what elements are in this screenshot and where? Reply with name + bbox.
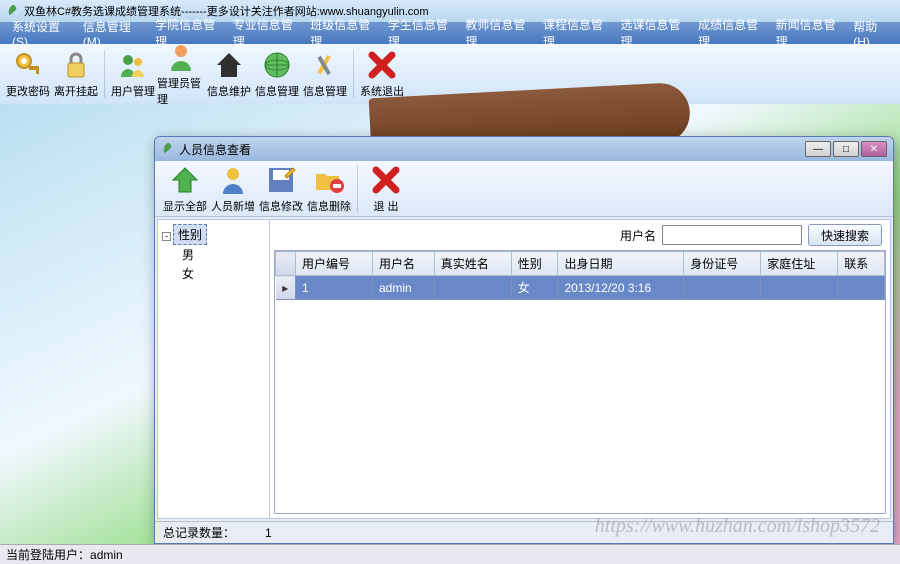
cell-birth[interactable]: 2013/12/20 3:16 xyxy=(558,276,684,300)
search-label: 用户名 xyxy=(620,227,656,244)
col-contact[interactable]: 联系 xyxy=(838,252,885,276)
arrow-up-icon xyxy=(169,164,201,196)
home-icon xyxy=(213,49,245,81)
row-indicator: ▸ xyxy=(276,276,296,300)
tree-toggle[interactable]: - xyxy=(162,232,171,241)
main-status-bar: 当前登陆用户： admin xyxy=(0,544,900,564)
tree-root-gender[interactable]: 性别 xyxy=(173,224,207,245)
users-icon xyxy=(117,49,149,81)
table-row[interactable]: ▸ 1 admin 女 2013/12/20 3:16 xyxy=(276,276,885,300)
cell-address[interactable] xyxy=(761,276,838,300)
col-gender[interactable]: 性别 xyxy=(511,252,558,276)
btn-info-maintain[interactable]: 信息维护 xyxy=(205,46,253,102)
cell-gender[interactable]: 女 xyxy=(511,276,558,300)
tools-icon xyxy=(309,49,341,81)
menu-teacher[interactable]: 教师信息管理 xyxy=(457,14,535,52)
dialog-body: -性别 男 女 用户名 快速搜索 用户编号 用户名 真实姓名 性别 出身日期 xyxy=(157,219,891,519)
cell-idcard[interactable] xyxy=(684,276,761,300)
grid-empty-area xyxy=(275,300,885,480)
search-row: 用户名 快速搜索 xyxy=(270,220,890,250)
data-grid[interactable]: 用户编号 用户名 真实姓名 性别 出身日期 身份证号 家庭住址 联系 ▸ 1 a… xyxy=(274,250,886,514)
btn-system-exit[interactable]: 系统退出 xyxy=(358,46,406,102)
dialog-icon xyxy=(161,142,175,156)
btn-change-password[interactable]: 更改密码 xyxy=(4,46,52,102)
btn-info-manage-2[interactable]: 信息管理 xyxy=(301,46,349,102)
cell-realname[interactable] xyxy=(434,276,511,300)
user-info-dialog: 人员信息查看 — □ ✕ 显示全部 人员新增 信息修改 信息删除 退 出 xyxy=(154,136,894,544)
cell-username[interactable]: admin xyxy=(372,276,434,300)
maximize-button[interactable]: □ xyxy=(833,141,859,157)
close-icon xyxy=(370,164,402,196)
right-panel: 用户名 快速搜索 用户编号 用户名 真实姓名 性别 出身日期 身份证号 家庭住址 xyxy=(270,220,890,518)
current-user-value: admin xyxy=(90,548,123,562)
col-username[interactable]: 用户名 xyxy=(372,252,434,276)
col-birth[interactable]: 出身日期 xyxy=(558,252,684,276)
minimize-button[interactable]: — xyxy=(805,141,831,157)
separator xyxy=(357,165,358,213)
quick-search-button[interactable]: 快速搜索 xyxy=(808,224,882,246)
tree-item-male[interactable]: 男 xyxy=(182,245,265,264)
folder-delete-icon xyxy=(313,164,345,196)
separator xyxy=(353,50,354,98)
tree-item-female[interactable]: 女 xyxy=(182,264,265,283)
close-button[interactable]: ✕ xyxy=(861,141,887,157)
search-input[interactable] xyxy=(662,225,802,245)
record-count-label: 总记录数量： xyxy=(163,524,235,541)
admin-icon xyxy=(165,41,197,73)
separator xyxy=(104,50,105,98)
cell-userno[interactable]: 1 xyxy=(296,276,373,300)
btn-info-manage-1[interactable]: 信息管理 xyxy=(253,46,301,102)
btn-info-edit[interactable]: 信息修改 xyxy=(257,161,305,217)
globe-icon xyxy=(261,49,293,81)
btn-leave-suspend[interactable]: 离开挂起 xyxy=(52,46,100,102)
dialog-title: 人员信息查看 xyxy=(179,141,251,158)
menu-news[interactable]: 新闻信息管理 xyxy=(768,14,846,52)
btn-person-add[interactable]: 人员新增 xyxy=(209,161,257,217)
lock-icon xyxy=(60,49,92,81)
menu-course[interactable]: 课程信息管理 xyxy=(535,14,613,52)
person-icon xyxy=(217,164,249,196)
col-address[interactable]: 家庭住址 xyxy=(761,252,838,276)
col-realname[interactable]: 真实姓名 xyxy=(434,252,511,276)
menu-bar: 系统设置(S) 信息管理(M) 学院信息管理 专业信息管理 班级信息管理 学生信… xyxy=(0,22,900,44)
cell-contact[interactable] xyxy=(838,276,885,300)
menu-select[interactable]: 选课信息管理 xyxy=(613,14,691,52)
dialog-title-bar[interactable]: 人员信息查看 — □ ✕ xyxy=(155,137,893,161)
btn-exit[interactable]: 退 出 xyxy=(362,161,410,217)
btn-user-manage[interactable]: 用户管理 xyxy=(109,46,157,102)
btn-show-all[interactable]: 显示全部 xyxy=(161,161,209,217)
close-icon xyxy=(366,49,398,81)
save-edit-icon xyxy=(265,164,297,196)
row-header-col xyxy=(276,252,296,276)
btn-info-delete[interactable]: 信息删除 xyxy=(305,161,353,217)
menu-help[interactable]: 帮助(H) xyxy=(845,16,896,51)
current-user-label: 当前登陆用户： xyxy=(6,546,90,563)
btn-admin-manage[interactable]: 管理员管理 xyxy=(157,46,205,102)
col-idcard[interactable]: 身份证号 xyxy=(684,252,761,276)
menu-score[interactable]: 成绩信息管理 xyxy=(690,14,768,52)
dialog-status-bar: 总记录数量： 1 xyxy=(155,521,893,543)
col-userno[interactable]: 用户编号 xyxy=(296,252,373,276)
record-count-value: 1 xyxy=(265,526,272,540)
key-icon xyxy=(12,49,44,81)
dialog-toolbar: 显示全部 人员新增 信息修改 信息删除 退 出 xyxy=(155,161,893,217)
tree-panel: -性别 男 女 xyxy=(158,220,270,518)
